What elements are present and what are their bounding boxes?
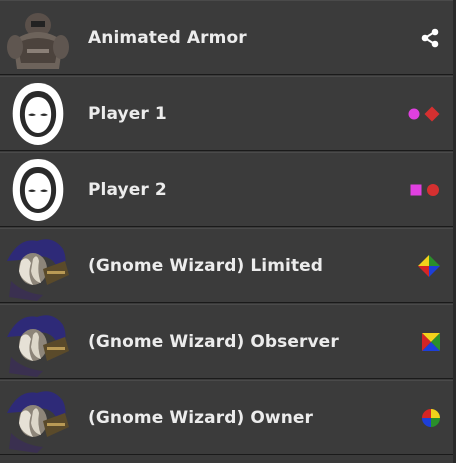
token-list: Animated Armor Player 1 Player 2 (Gnome … bbox=[0, 0, 456, 463]
token-name: (Gnome Wizard) Limited bbox=[88, 256, 324, 276]
token-row-gnome-wizard-observer[interactable]: (Gnome Wizard) Observer bbox=[0, 304, 456, 379]
token-badges bbox=[422, 332, 440, 352]
multicolor-diamond-icon bbox=[418, 255, 440, 277]
token-row-animated-armor[interactable]: Animated Armor bbox=[0, 0, 456, 75]
animated-armor-avatar bbox=[3, 3, 73, 73]
token-name: (Gnome Wizard) Observer bbox=[88, 332, 339, 352]
hooded-player-avatar bbox=[12, 159, 64, 221]
gnome-wizard-avatar bbox=[3, 383, 73, 453]
gnome-wizard-avatar bbox=[3, 307, 73, 377]
token-row-gnome-wizard-owner[interactable]: (Gnome Wizard) Owner bbox=[0, 380, 456, 455]
token-name: Animated Armor bbox=[88, 28, 247, 48]
token-actions bbox=[420, 28, 440, 48]
token-name: Player 1 bbox=[88, 104, 167, 124]
gnome-wizard-avatar bbox=[3, 231, 73, 301]
token-badges bbox=[422, 408, 440, 428]
magenta-circle-marker bbox=[408, 108, 420, 120]
share-icon[interactable] bbox=[420, 28, 440, 48]
multicolor-square-icon bbox=[422, 333, 440, 351]
red-circle-marker bbox=[427, 184, 439, 196]
token-markers bbox=[410, 180, 440, 200]
multicolor-circle-icon bbox=[422, 409, 440, 427]
magenta-square-marker bbox=[410, 184, 422, 196]
token-row-player-2[interactable]: Player 2 bbox=[0, 152, 456, 227]
token-markers bbox=[408, 104, 440, 124]
token-row-gnome-wizard-limited[interactable]: (Gnome Wizard) Limited bbox=[0, 228, 456, 303]
token-badges bbox=[418, 255, 440, 277]
red-diamond-marker bbox=[424, 106, 440, 122]
token-name: (Gnome Wizard) Owner bbox=[88, 408, 314, 428]
token-name: Player 2 bbox=[88, 180, 167, 200]
hooded-player-avatar bbox=[12, 83, 64, 145]
token-row-player-1[interactable]: Player 1 bbox=[0, 76, 456, 151]
